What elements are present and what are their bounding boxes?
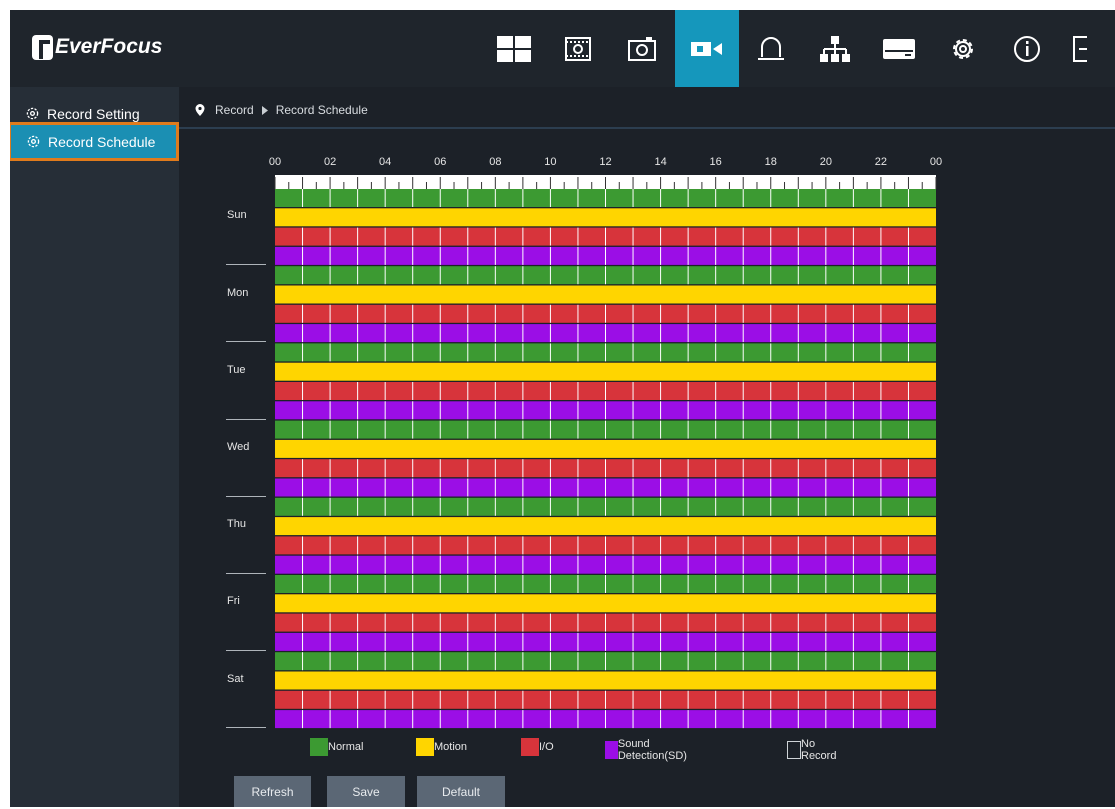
schedule-row[interactable] (275, 671, 936, 690)
schedule-row[interactable] (275, 594, 936, 613)
day-label: Mon (227, 286, 249, 299)
day-label: Sun (227, 209, 247, 222)
day-separator (226, 650, 266, 652)
day-separator (226, 418, 266, 420)
legend-item: I/O (521, 738, 554, 756)
legend-item: Sound Detection(SD) (605, 738, 692, 762)
app-window: EverFocus Record Setting Record Schedule… (10, 10, 1115, 807)
sidebar-item-label: Record Schedule (48, 133, 156, 150)
legend-label: Normal (328, 741, 364, 753)
live-view-icon (497, 35, 531, 62)
info-icon (1014, 35, 1040, 62)
legend-item: Motion (416, 738, 467, 756)
legend-item: Normal (310, 738, 363, 756)
live-view-button[interactable] (482, 10, 546, 87)
refresh-button[interactable]: Refresh (234, 776, 311, 807)
day-separator (226, 264, 266, 266)
record-icon (691, 41, 722, 56)
day-label: Tue (227, 363, 246, 376)
sidebar-item-label: Record Setting (47, 105, 140, 122)
playback-button[interactable] (546, 10, 610, 87)
alarm-icon (758, 36, 784, 60)
snapshot-button[interactable] (610, 10, 674, 87)
legend-swatch[interactable] (787, 741, 801, 759)
snapshot-icon (628, 36, 656, 61)
schedule-svg[interactable] (179, 87, 1079, 737)
legend-swatch[interactable] (310, 738, 328, 756)
schedule-row[interactable] (275, 439, 936, 458)
sidebar: Record Setting Record Schedule (10, 87, 179, 807)
legend-label: I/O (539, 741, 554, 753)
day-separator (226, 727, 266, 729)
logout-button[interactable] (1059, 10, 1115, 87)
default-button[interactable]: Default (417, 776, 505, 807)
brand-mark-icon (32, 34, 53, 60)
top-navigation-bar: EverFocus (10, 10, 1115, 87)
legend-label: No Record (801, 738, 837, 762)
day-label: Thu (227, 518, 246, 531)
legend-item: No Record (787, 738, 840, 762)
main-panel: Record Record Schedule 00 02 04 06 08 10 12 14 1… (179, 87, 1115, 807)
legend-label: Sound Detection(SD) (617, 738, 687, 762)
network-icon (820, 35, 850, 62)
gear-icon (26, 107, 39, 120)
brand-logo: EverFocus (32, 30, 162, 64)
day-separator (226, 573, 266, 574)
settings-icon (953, 38, 973, 59)
sidebar-item-record-schedule[interactable]: Record Schedule (10, 122, 179, 161)
logout-icon (1073, 35, 1087, 62)
info-button[interactable] (995, 10, 1059, 87)
day-label: Sat (227, 672, 244, 685)
save-button[interactable]: Save (327, 776, 405, 807)
legend-label: Motion (434, 741, 468, 753)
gear-icon (27, 135, 40, 148)
alarm-button[interactable] (739, 10, 803, 87)
schedule-row[interactable] (275, 285, 936, 304)
network-button[interactable] (803, 10, 867, 87)
schedule-row[interactable] (275, 517, 936, 536)
legend-swatch[interactable] (605, 741, 618, 759)
day-separator (226, 341, 266, 343)
legend-swatch[interactable] (416, 738, 434, 756)
record-button[interactable] (675, 10, 739, 87)
playback-icon (565, 36, 591, 61)
brand-name: EverFocus (55, 35, 163, 58)
screenshot-frame: EverFocus Record Setting Record Schedule… (0, 0, 1115, 809)
day-separator (226, 495, 266, 497)
day-label: Fri (227, 595, 240, 608)
schedule-row[interactable] (275, 208, 936, 227)
settings-button[interactable] (931, 10, 995, 87)
storage-icon (883, 38, 915, 59)
storage-button[interactable] (867, 10, 931, 87)
legend-swatch[interactable] (521, 738, 539, 756)
day-label: Wed (227, 440, 250, 453)
schedule-row[interactable] (275, 362, 936, 381)
